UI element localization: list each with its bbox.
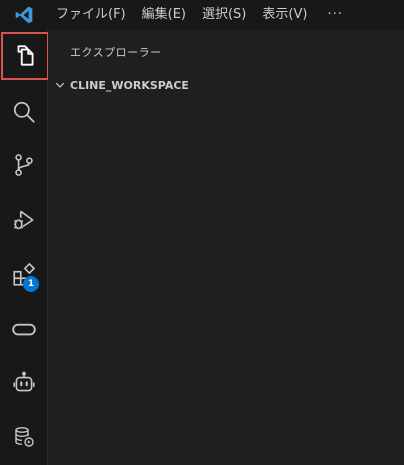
database-icon bbox=[12, 425, 36, 449]
activity-source-control[interactable] bbox=[0, 141, 48, 189]
extensions-badge: 1 bbox=[23, 276, 39, 292]
run-debug-icon bbox=[11, 207, 37, 233]
source-control-icon bbox=[11, 152, 37, 178]
sidebar-title: エクスプローラー bbox=[70, 46, 162, 59]
activity-extensions[interactable]: 1 bbox=[0, 251, 48, 299]
search-icon bbox=[11, 99, 37, 125]
activity-database[interactable] bbox=[0, 413, 48, 461]
chevron-down-icon[interactable] bbox=[50, 74, 70, 96]
explorer-sidebar: エクスプローラー CLINE_WORKSPACE bbox=[48, 30, 404, 465]
workspace-name: CLINE_WORKSPACE bbox=[70, 78, 189, 92]
activity-bar: 1 bbox=[0, 30, 49, 465]
activity-run-debug[interactable] bbox=[0, 196, 48, 244]
robot-icon bbox=[11, 370, 37, 396]
menu-view[interactable]: 表示(V) bbox=[254, 0, 315, 30]
vscode-window: ファイル(F) 編集(E) 選択(S) 表示(V) ··· 1 エクスプローラー… bbox=[0, 0, 404, 465]
menu-selection[interactable]: 選択(S) bbox=[194, 0, 254, 30]
activity-remote-explorer[interactable] bbox=[0, 305, 48, 353]
workspace-section-header[interactable]: CLINE_WORKSPACE bbox=[48, 74, 404, 96]
activity-explorer[interactable] bbox=[1, 32, 49, 80]
activity-copilot[interactable] bbox=[0, 359, 48, 407]
menu-bar: ファイル(F) 編集(E) 選択(S) 表示(V) ··· bbox=[0, 0, 404, 30]
activity-search[interactable] bbox=[0, 88, 48, 136]
menu-edit[interactable]: 編集(E) bbox=[134, 0, 194, 30]
remote-explorer-icon bbox=[11, 316, 37, 342]
menu-file[interactable]: ファイル(F) bbox=[48, 0, 134, 30]
vscode-logo-icon[interactable] bbox=[0, 0, 48, 30]
files-icon bbox=[12, 43, 38, 69]
menu-more-button[interactable]: ··· bbox=[315, 0, 354, 30]
